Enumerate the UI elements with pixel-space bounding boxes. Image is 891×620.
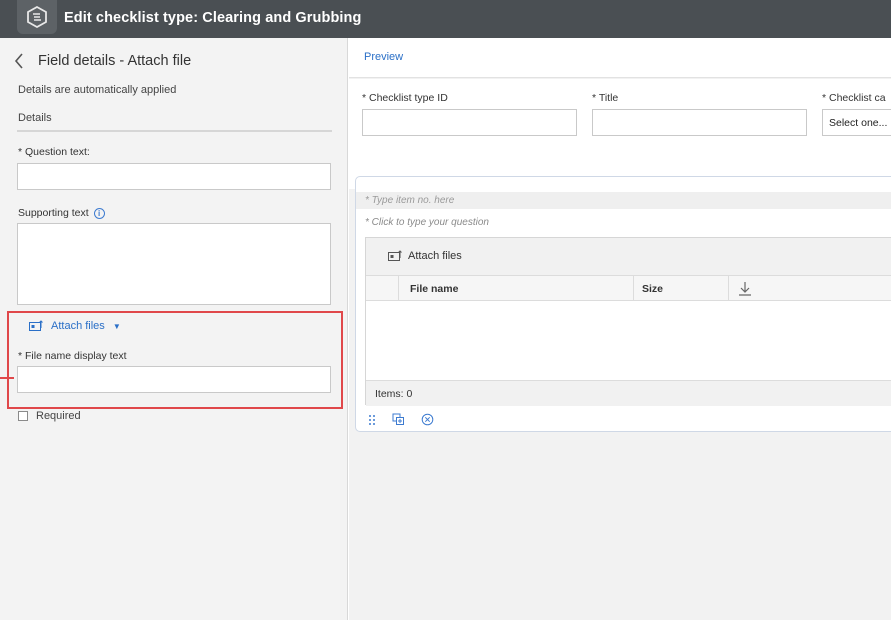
field-details-panel: Field details - Attach file Details are … bbox=[0, 38, 348, 620]
checklist-category-select[interactable]: Select one... bbox=[822, 109, 891, 136]
back-chevron-icon[interactable] bbox=[14, 52, 26, 70]
question-text-input[interactable] bbox=[17, 163, 331, 190]
download-icon[interactable] bbox=[738, 281, 752, 301]
checklist-category-label: * Checklist ca bbox=[822, 92, 886, 104]
item-number-placeholder: * Type item no. here bbox=[365, 195, 455, 206]
drag-handle-icon[interactable] bbox=[368, 414, 376, 426]
info-icon[interactable]: i bbox=[93, 207, 105, 219]
table-header: File name Size bbox=[366, 276, 891, 301]
checklist-form: * Checklist type ID * Title * Checklist … bbox=[349, 79, 891, 189]
auto-applied-note: Details are automatically applied bbox=[18, 84, 177, 96]
highlight-annotation-pointer bbox=[0, 377, 14, 379]
supporting-text-label-row: Supporting text i bbox=[18, 207, 105, 219]
attach-file-icon bbox=[29, 320, 43, 331]
preview-panel: Preview * Checklist type ID * Title * Ch… bbox=[349, 38, 891, 620]
preview-bar: Preview bbox=[349, 38, 891, 78]
supporting-text-label: Supporting text bbox=[18, 207, 89, 219]
items-count: Items: 0 bbox=[375, 388, 413, 400]
toolbar-attach-files-label: Attach files bbox=[408, 250, 462, 262]
column-separator bbox=[633, 276, 634, 301]
file-name-display-input[interactable] bbox=[17, 366, 331, 393]
question-text-label: * Question text: bbox=[18, 146, 90, 158]
item-actions bbox=[368, 413, 434, 426]
attach-files-dropdown[interactable]: Attach files ▼ bbox=[29, 320, 121, 332]
checklist-type-id-label: * Checklist type ID bbox=[362, 92, 448, 104]
panel-title: Field details - Attach file bbox=[38, 53, 192, 69]
details-divider bbox=[17, 130, 332, 132]
preview-link[interactable]: Preview bbox=[364, 51, 403, 63]
toolbar-attach-files-button[interactable]: Attach files bbox=[388, 250, 462, 262]
question-placeholder[interactable]: * Click to type your question bbox=[365, 217, 489, 228]
column-separator bbox=[728, 276, 729, 301]
attached-files-table: Attach files File name Size Items: 0 bbox=[365, 237, 891, 406]
files-toolbar: Attach files bbox=[366, 238, 891, 276]
attach-file-icon bbox=[388, 250, 402, 261]
file-name-display-label: * File name display text bbox=[18, 350, 127, 362]
app-header: Edit checklist type: Clearing and Grubbi… bbox=[0, 0, 891, 38]
delete-circle-icon[interactable] bbox=[421, 413, 434, 426]
required-label: Required bbox=[36, 410, 81, 422]
page-title: Edit checklist type: Clearing and Grubbi… bbox=[64, 10, 362, 26]
title-label: * Title bbox=[592, 92, 619, 104]
details-section-label: Details bbox=[18, 112, 52, 124]
caret-down-icon: ▼ bbox=[112, 321, 121, 331]
app-logo[interactable] bbox=[17, 0, 57, 34]
duplicate-icon[interactable] bbox=[392, 413, 405, 426]
app-window: Edit checklist type: Clearing and Grubbi… bbox=[0, 0, 891, 620]
supporting-text-area[interactable] bbox=[17, 223, 331, 305]
attach-files-label: Attach files bbox=[51, 320, 105, 332]
title-input[interactable] bbox=[592, 109, 807, 136]
item-number-field[interactable]: * Type item no. here bbox=[356, 192, 891, 209]
checklist-type-id-input[interactable] bbox=[362, 109, 577, 136]
panel-header: Field details - Attach file bbox=[14, 52, 191, 70]
checklist-item-card: * Type item no. here * Click to type you… bbox=[355, 176, 891, 432]
table-footer: Items: 0 bbox=[366, 380, 891, 406]
column-header-file-name[interactable]: File name bbox=[410, 283, 458, 295]
required-checkbox[interactable] bbox=[18, 411, 28, 421]
logo-icon bbox=[27, 6, 47, 28]
column-header-size[interactable]: Size bbox=[642, 283, 663, 295]
column-separator bbox=[398, 276, 399, 301]
